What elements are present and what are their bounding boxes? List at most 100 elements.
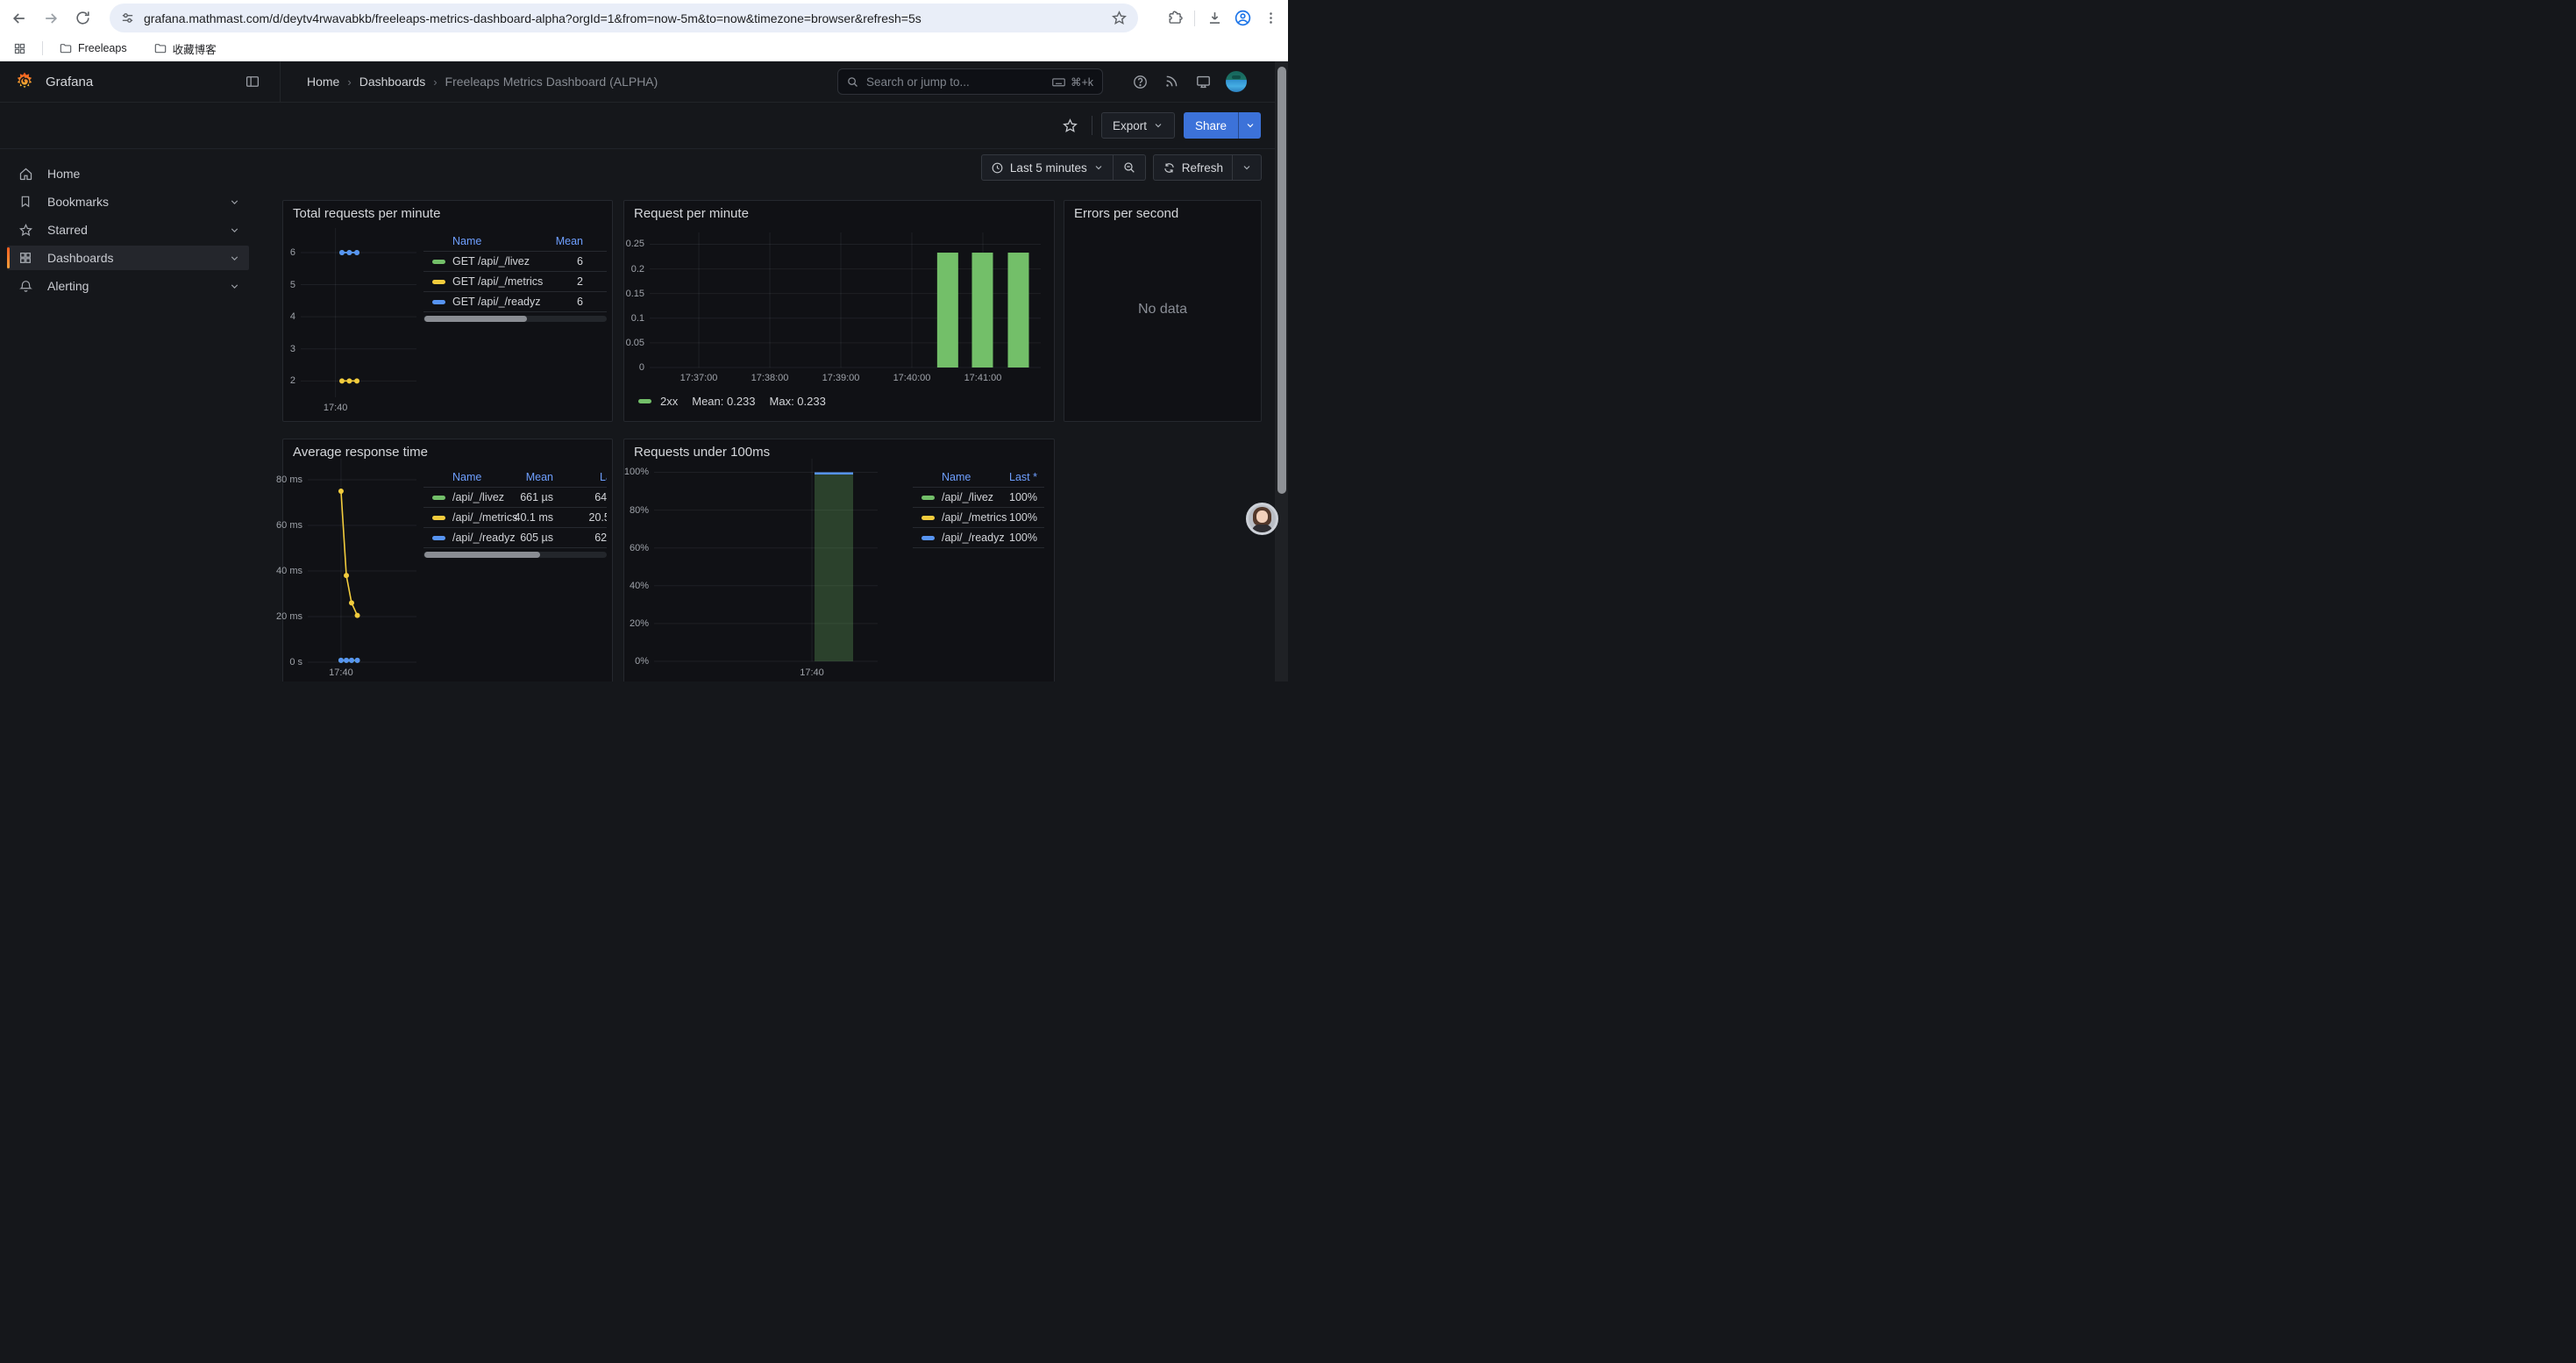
- folder-icon: [59, 41, 73, 55]
- series-name[interactable]: /api/_/livez: [452, 491, 504, 503]
- zoom-out-button[interactable]: [1114, 154, 1146, 181]
- legend-column-header[interactable]: Last *: [1009, 471, 1037, 483]
- series-name[interactable]: GET /api/_/readyz: [452, 296, 541, 308]
- browser-toolbar: grafana.mathmast.com/d/deytv4rwavabkb/fr…: [0, 0, 1288, 36]
- legend-row: /api/_/metrics100%: [913, 508, 1044, 528]
- series-color-pill[interactable]: [638, 399, 651, 403]
- export-button[interactable]: Export: [1101, 112, 1175, 139]
- series-name[interactable]: GET /api/_/livez: [452, 255, 530, 268]
- search-shortcut: ⌘+k: [1071, 75, 1093, 89]
- home-icon: [18, 167, 33, 182]
- chevron-down-icon[interactable]: [229, 253, 240, 264]
- legend-row: GET /api/_/readyz6: [423, 292, 607, 312]
- extensions-icon[interactable]: [1163, 6, 1187, 31]
- brand-area: Grafana: [0, 61, 281, 102]
- panel-total-requests: Total requests per minute6543217:40NameM…: [282, 200, 613, 422]
- folder-icon: [153, 41, 167, 55]
- refresh-button[interactable]: Refresh: [1153, 154, 1233, 181]
- address-bar[interactable]: grafana.mathmast.com/d/deytv4rwavabkb/fr…: [110, 4, 1138, 32]
- legend-column-header[interactable]: Name: [452, 235, 481, 247]
- menu-icon[interactable]: [1258, 6, 1283, 31]
- bookmark-folder[interactable]: Freeleaps: [52, 39, 134, 58]
- time-range-picker[interactable]: Last 5 minutes: [981, 154, 1114, 181]
- chevron-down-icon: [1242, 162, 1252, 173]
- series-name[interactable]: /api/_/readyz: [452, 532, 516, 544]
- search-placeholder: Search or jump to...: [866, 75, 1051, 89]
- legend-column-header[interactable]: Mean: [526, 471, 553, 483]
- legend-scrollbar[interactable]: [423, 316, 607, 322]
- legend-row: /api/_/livez661 µs646 µs: [423, 488, 607, 508]
- download-icon[interactable]: [1202, 6, 1227, 31]
- grafana-logo-icon[interactable]: [14, 71, 35, 92]
- series-name[interactable]: /api/_/metrics: [452, 511, 517, 524]
- sidebar-item-starred[interactable]: Starred: [7, 218, 249, 242]
- favorite-star-icon[interactable]: [1058, 113, 1083, 138]
- search-input[interactable]: Search or jump to... ⌘+k: [837, 68, 1103, 95]
- screen: grafana.mathmast.com/d/deytv4rwavabkb/fr…: [0, 0, 1288, 682]
- site-settings-icon[interactable]: [120, 11, 135, 25]
- series-name[interactable]: /api/_/livez: [942, 491, 993, 503]
- breadcrumb-item[interactable]: Home: [307, 75, 339, 89]
- url-text[interactable]: grafana.mathmast.com/d/deytv4rwavabkb/fr…: [144, 11, 1111, 25]
- toolbar-divider: [1194, 11, 1195, 26]
- sidebar-item-bookmarks[interactable]: Bookmarks: [7, 189, 249, 214]
- series-color-pill[interactable]: [432, 260, 445, 264]
- legend-column-header[interactable]: Mean: [556, 235, 583, 247]
- dock-menu-icon[interactable]: [245, 74, 260, 89]
- profile-icon[interactable]: [1230, 6, 1255, 31]
- sidebar-item-home[interactable]: Home: [7, 161, 249, 186]
- panel-requests-under-100ms: Requests under 100ms100%80%60%40%20%0%17…: [623, 439, 1055, 682]
- sidebar-item-alerting[interactable]: Alerting: [7, 274, 249, 298]
- refresh-interval-dropdown[interactable]: [1233, 154, 1262, 181]
- scrollbar-thumb[interactable]: [1277, 67, 1286, 494]
- chevron-down-icon[interactable]: [229, 281, 240, 292]
- page-scrollbar[interactable]: [1275, 61, 1288, 682]
- apps-icon: [18, 251, 33, 265]
- legend-row: /api/_/readyz100%: [913, 528, 1044, 548]
- sidebar-item-dashboards[interactable]: Dashboards: [7, 246, 249, 270]
- bookmark-star-icon[interactable]: [1111, 10, 1128, 26]
- legend-scrollbar[interactable]: [423, 552, 607, 558]
- series-name[interactable]: /api/_/readyz: [942, 532, 1005, 544]
- series-stat: Max: 0.233: [770, 395, 826, 408]
- series-name[interactable]: /api/_/metrics: [942, 511, 1007, 524]
- bookmarks-bar: Freeleaps 收藏博客: [0, 36, 1288, 61]
- back-icon[interactable]: [7, 6, 32, 31]
- legend-scrollbar-thumb[interactable]: [424, 552, 540, 558]
- legend-column-header[interactable]: Name: [452, 471, 481, 483]
- series-color-pill[interactable]: [432, 516, 445, 520]
- series-color-pill[interactable]: [922, 496, 935, 500]
- series-value: 40.1 ms: [515, 511, 553, 524]
- reload-icon[interactable]: [70, 6, 95, 31]
- series-name[interactable]: 2xx: [660, 395, 678, 408]
- bookmarks-divider: [42, 41, 43, 55]
- bookmark-folder[interactable]: 收藏博客: [146, 38, 224, 60]
- series-color-pill[interactable]: [432, 496, 445, 500]
- series-stat: Mean: 0.233: [692, 395, 755, 408]
- legend-scrollbar-thumb[interactable]: [424, 316, 527, 322]
- user-avatar[interactable]: [1226, 71, 1247, 92]
- series-color-pill[interactable]: [432, 536, 445, 540]
- apps-grid-icon[interactable]: [9, 38, 30, 59]
- clock-icon: [991, 161, 1004, 175]
- forward-icon[interactable]: [39, 6, 63, 31]
- panel-title[interactable]: Errors per second: [1074, 206, 1178, 221]
- series-color-pill[interactable]: [922, 536, 935, 540]
- assistant-avatar[interactable]: [1246, 503, 1278, 535]
- no-data-text: No data: [1064, 302, 1261, 318]
- share-button[interactable]: Share: [1184, 112, 1238, 139]
- legend-column-header[interactable]: Name: [942, 471, 971, 483]
- series-name[interactable]: GET /api/_/metrics: [452, 275, 543, 288]
- breadcrumb-item[interactable]: Dashboards: [359, 75, 426, 89]
- chevron-down-icon[interactable]: [229, 196, 240, 208]
- series-color-pill[interactable]: [922, 516, 935, 520]
- share-dropdown-icon[interactable]: [1238, 112, 1261, 139]
- chevron-down-icon[interactable]: [229, 225, 240, 236]
- news-rss-icon[interactable]: [1161, 71, 1182, 92]
- help-icon[interactable]: [1129, 71, 1150, 92]
- legend-row: GET /api/_/livez6: [423, 252, 607, 272]
- breadcrumb-item: Freeleaps Metrics Dashboard (ALPHA): [445, 75, 658, 89]
- series-color-pill[interactable]: [432, 280, 445, 284]
- monitor-icon[interactable]: [1192, 71, 1213, 92]
- series-color-pill[interactable]: [432, 300, 445, 304]
